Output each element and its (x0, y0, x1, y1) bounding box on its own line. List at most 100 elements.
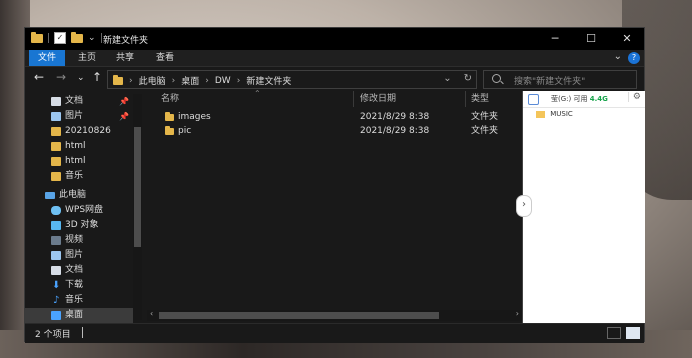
pin-icon: 📌 (119, 112, 129, 121)
new-folder-icon[interactable] (71, 31, 83, 43)
file-modified: 2021/8/29 8:38 (360, 112, 430, 122)
sidebar-item-documents-pc[interactable]: 文档 (25, 263, 133, 278)
breadcrumb-desktop[interactable]: 桌面 (181, 74, 199, 87)
sidebar-item-desktop[interactable]: 桌面 (25, 308, 133, 323)
column-header-modified[interactable]: 修改日期 (360, 92, 396, 106)
sidebar-item-music[interactable]: ♪ 音乐 (25, 293, 133, 308)
navigation-scrollbar[interactable] (133, 94, 142, 320)
folder-icon (113, 74, 123, 85)
scrollbar-thumb[interactable] (134, 127, 141, 247)
sidebar-item-pictures[interactable]: 图片 📌 (25, 109, 133, 124)
file-row[interactable]: images 2021/8/29 8:38 文件夹 (147, 111, 522, 124)
file-explorer-window: ✓ ⌄ 新建文件夹 ─ ☐ ✕ 文件 主页 共享 查看 ⌄ ? ← → ⌄ ↑ … (24, 27, 645, 343)
scroll-left-icon[interactable]: ‹ (150, 309, 153, 318)
pictures-icon (51, 251, 61, 260)
preview-header: 莹(G:) 可用 4.4G ⚙ (523, 91, 645, 108)
folder-icon (51, 172, 61, 181)
details-view-button[interactable] (607, 327, 621, 339)
folder-icon (51, 127, 61, 136)
tab-home[interactable]: 主页 (69, 50, 105, 66)
breadcrumb-this-pc[interactable]: 此电脑 (139, 74, 166, 87)
folder-icon (51, 142, 61, 151)
maximize-button[interactable]: ☐ (573, 30, 609, 48)
status-bar: 2 个项目 (25, 323, 644, 343)
horizontal-scrollbar[interactable]: ‹ › (147, 309, 522, 321)
sidebar-item-html[interactable]: html (25, 139, 133, 154)
sort-indicator-icon: ⌃ (254, 89, 261, 98)
up-button[interactable]: ↑ (92, 70, 102, 84)
file-name: pic (178, 126, 192, 136)
folder-icon (51, 157, 61, 166)
toolbar-separator (100, 33, 102, 43)
pin-icon: 📌 (119, 97, 129, 106)
sidebar-item-this-pc[interactable]: 此电脑 (25, 188, 133, 203)
ribbon-expand-icon[interactable]: ⌄ (614, 51, 622, 62)
tab-view[interactable]: 查看 (147, 50, 183, 66)
file-modified: 2021/8/29 8:38 (360, 126, 430, 136)
window-title: 新建文件夹 (103, 36, 149, 46)
preview-file-item[interactable]: MUSIC (536, 110, 573, 118)
ribbon-tabs: 文件 主页 共享 查看 ⌄ ? (25, 50, 644, 67)
gear-icon[interactable]: ⚙ (627, 92, 641, 102)
search-placeholder: 搜索"新建文件夹" (514, 77, 586, 87)
sidebar-item-3d-objects[interactable]: 3D 对象 (25, 218, 133, 233)
search-box[interactable]: 搜索"新建文件夹" (483, 70, 637, 89)
3d-objects-icon (51, 221, 61, 230)
close-button[interactable]: ✕ (609, 30, 645, 48)
item-count: 2 个项目 (35, 330, 71, 340)
tab-share[interactable]: 共享 (107, 50, 143, 66)
breadcrumb-dw[interactable]: DW (215, 76, 231, 86)
title-bar: ✓ ⌄ 新建文件夹 ─ ☐ ✕ (25, 28, 644, 50)
refresh-icon[interactable]: ↻ (464, 73, 472, 84)
sidebar-item-downloads[interactable]: ⬇ 下载 (25, 278, 133, 293)
column-header-type[interactable]: 类型 (471, 92, 489, 106)
recent-locations-button[interactable]: ⌄ (77, 73, 85, 83)
sidebar-item-music-folder[interactable]: 音乐 (25, 169, 133, 184)
cloud-icon (51, 206, 61, 215)
file-list: 名称 ⌃ 修改日期 类型 images 2021/8/29 8:38 文件夹 p… (147, 89, 522, 323)
sidebar-item-pictures-pc[interactable]: 图片 (25, 248, 133, 263)
pictures-icon (51, 112, 61, 121)
sidebar-item-20210826[interactable]: 20210826 (25, 124, 133, 139)
forward-button[interactable]: → (56, 70, 66, 84)
computer-icon (45, 192, 55, 199)
breadcrumb-new-folder[interactable]: 新建文件夹 (246, 74, 291, 87)
documents-icon (51, 266, 61, 275)
quick-access-toolbar: ✓ ⌄ (31, 31, 102, 44)
navigation-pane: 文档 📌 图片 📌 20210826 html html 音乐 此电脑 WPS网… (25, 91, 145, 323)
folder-icon (165, 126, 174, 135)
sidebar-item-html-2[interactable]: html (25, 154, 133, 169)
toolbar-separator (48, 33, 49, 43)
address-bar[interactable]: › 此电脑 › 桌面 › DW › 新建文件夹 ⌄ ↻ (107, 70, 477, 89)
file-row[interactable]: pic 2021/8/29 8:38 文件夹 (147, 125, 522, 138)
video-icon (51, 236, 61, 245)
free-space-label: 可用 (573, 95, 588, 103)
navigation-bar: ← → ⌄ ↑ › 此电脑 › 桌面 › DW › 新建文件夹 ⌄ ↻ 搜索"新… (25, 67, 644, 91)
file-type: 文件夹 (471, 112, 499, 122)
scroll-right-icon[interactable]: › (516, 309, 519, 318)
help-button[interactable]: ? (628, 52, 640, 64)
folder-icon (165, 112, 174, 121)
preview-pane: 莹(G:) 可用 4.4G ⚙ MUSIC › (516, 91, 645, 323)
sidebar-item-wps-drive[interactable]: WPS网盘 (25, 203, 133, 218)
column-header-name[interactable]: 名称 (161, 92, 179, 106)
drive-label: 莹(G:) (551, 95, 572, 103)
sidebar-item-documents[interactable]: 文档 📌 (25, 94, 133, 109)
expand-preview-button[interactable]: › (516, 195, 532, 217)
large-icons-view-button[interactable] (626, 327, 640, 339)
minimize-button[interactable]: ─ (537, 30, 573, 48)
customize-toolbar-icon[interactable]: ⌄ (88, 33, 96, 43)
sidebar-item-videos[interactable]: 视频 (25, 233, 133, 248)
free-space-value: 4.4G (589, 95, 608, 103)
breadcrumb: › 此电脑 › 桌面 › DW › 新建文件夹 (113, 74, 291, 87)
folder-icon (31, 31, 43, 43)
desktop-icon (51, 311, 61, 320)
documents-icon (51, 97, 61, 106)
file-name: images (178, 112, 211, 122)
address-history-chevron-icon[interactable]: ⌄ (443, 73, 451, 84)
folder-icon (536, 110, 545, 118)
back-button[interactable]: ← (34, 70, 44, 84)
properties-icon[interactable]: ✓ (54, 32, 66, 44)
tab-file[interactable]: 文件 (29, 50, 66, 66)
scrollbar-thumb[interactable] (159, 312, 439, 319)
